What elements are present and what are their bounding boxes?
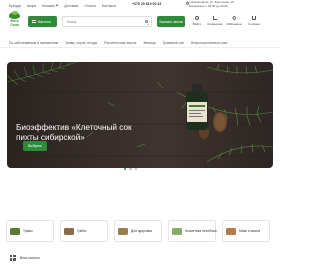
category-link[interactable]: Живица — [143, 41, 155, 45]
category-menu: По заболеваниям и назначению Травы, корн… — [0, 38, 280, 47]
hero-title: Биоэффектив «Клеточный сок пихты сибирск… — [16, 123, 132, 142]
category-card-label: Косметика лечебная — [185, 229, 217, 233]
heart-icon — [231, 15, 237, 21]
slider-dot[interactable] — [134, 168, 138, 171]
callback-button[interactable]: Заказать звонок — [157, 16, 185, 27]
all-catalog-link[interactable]: Весь каталог — [10, 255, 40, 261]
category-link[interactable]: По заболеваниям и назначению — [9, 41, 58, 45]
user-icon — [194, 16, 200, 21]
hero-banner[interactable] — [7, 62, 273, 168]
category-card-mushrooms[interactable]: Грибы — [60, 220, 108, 242]
cart-label: Корзина — [248, 21, 260, 26]
divider — [0, 47, 280, 48]
nav-shop[interactable]: Магазин — [42, 3, 59, 8]
nav-promotions[interactable]: Акции — [27, 4, 36, 8]
category-card-health[interactable]: Для здоровья — [114, 220, 162, 242]
category-link[interactable]: Травы, корни, плоды — [65, 41, 97, 45]
category-card-ointments[interactable]: Мази и масла — [222, 220, 270, 242]
compare-label: Сравнение — [207, 21, 223, 26]
category-card-herbs[interactable]: Травы — [6, 220, 54, 242]
search-input[interactable] — [67, 19, 143, 24]
all-catalog-label: Весь каталог — [20, 256, 40, 260]
grid-icon — [10, 255, 16, 261]
ointments-image — [226, 227, 236, 235]
catalog-button-label: Каталог — [38, 19, 52, 24]
category-card-label: Мази и масла — [239, 229, 261, 233]
logo[interactable]: Фито Сила — [7, 10, 22, 29]
health-image — [118, 227, 128, 235]
nav-contacts[interactable]: Контакты — [102, 4, 116, 8]
search-icon[interactable] — [144, 20, 148, 24]
search-box — [62, 16, 152, 27]
nav-brands[interactable]: Бренды — [9, 4, 21, 8]
login-label: Войти — [192, 21, 202, 26]
hero-choose-button[interactable]: Выбрать — [23, 141, 47, 151]
compare-button[interactable]: Сравнение — [206, 16, 224, 28]
cart-icon — [251, 16, 257, 21]
favorites-label: Избранное — [226, 21, 242, 26]
mushrooms-image — [64, 227, 74, 235]
logo-text: Фито Сила — [10, 19, 19, 27]
herbs-image — [10, 227, 20, 235]
slider-dot[interactable] — [124, 168, 127, 171]
cosmetics-image — [172, 227, 182, 235]
category-card-label: Для здоровья — [131, 229, 152, 233]
nav-payment[interactable]: Оплата — [84, 4, 95, 8]
favorites-button[interactable]: Избранное — [225, 15, 243, 28]
category-link[interactable]: Травяные чаи — [163, 41, 184, 45]
menu-icon — [32, 20, 36, 23]
category-cards: Травы Грибы Для здоровья Косметика лечеб… — [6, 220, 276, 242]
nav-delivery[interactable]: Доставка — [64, 4, 78, 8]
category-link[interactable]: Растительные масла — [104, 41, 136, 45]
cart-button[interactable]: Корзина — [245, 16, 263, 28]
store-address: г. Барановичи, ул. Брестская, 22 Ежеднев… — [189, 0, 235, 8]
chevron-down-icon — [55, 3, 59, 7]
hero-image — [7, 62, 273, 163]
catalog-button[interactable]: Каталог — [28, 16, 57, 27]
category-card-label: Травы — [23, 229, 33, 233]
slider-dot[interactable] — [129, 168, 132, 171]
compare-icon — [212, 16, 218, 21]
login-button[interactable]: Войти — [188, 16, 206, 28]
category-card-label: Грибы — [77, 229, 87, 233]
phone-number[interactable]: +375 29 619 00 33 — [132, 2, 161, 6]
category-card-cosmetics[interactable]: Косметика лечебная — [168, 220, 217, 242]
slider-dots — [124, 168, 140, 171]
category-link[interactable]: Нефотосистемные соки — [191, 41, 227, 45]
